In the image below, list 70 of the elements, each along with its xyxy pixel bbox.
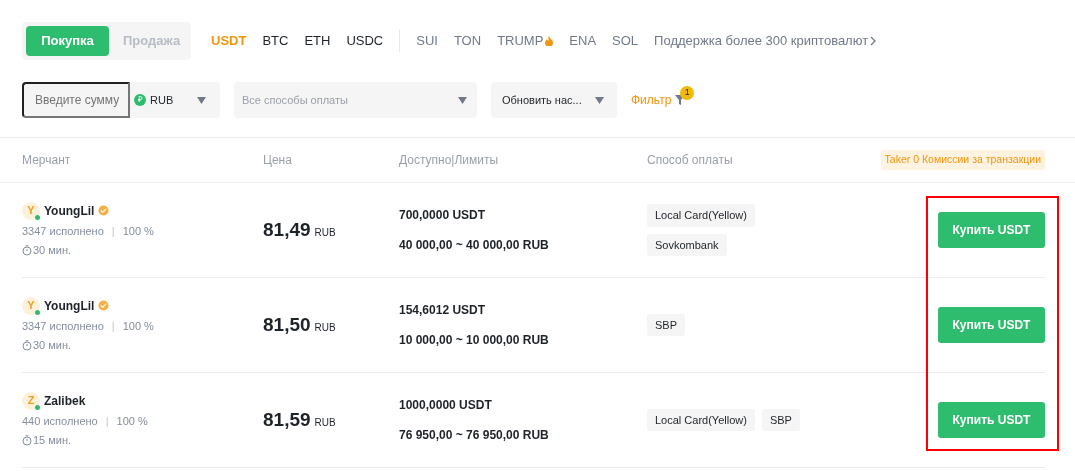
merchant-name[interactable]: YoungLil <box>44 296 95 315</box>
caret-icon <box>458 96 467 104</box>
coin-tab[interactable]: ETH <box>304 31 331 51</box>
coin-tab[interactable]: USDC <box>346 31 384 51</box>
merchant-name[interactable]: YoungLil <box>44 201 95 220</box>
order-limits: 40 000,00 ~ 40 000,00 RUB <box>399 237 550 254</box>
column-header: Цена <box>263 153 292 167</box>
buy-button[interactable]: Купить USDT <box>938 307 1045 343</box>
coin-tab[interactable]: TRUMP <box>497 31 554 51</box>
divider: | <box>111 223 115 239</box>
payment-select[interactable]: Все способы оплаты <box>234 82 477 118</box>
coin-tab[interactable]: BTC <box>262 31 289 51</box>
caret-icon <box>595 96 604 104</box>
amount-field[interactable]: Введите сумму <box>22 82 130 118</box>
orders-count: 3347 исполнено <box>22 223 104 239</box>
price: 81,50 <box>263 312 311 337</box>
payment-method-tag: SBP <box>761 408 800 432</box>
verified-badge-icon <box>98 300 110 311</box>
stopwatch-icon <box>22 434 32 446</box>
price-currency: RUB <box>314 320 336 335</box>
price: 81,59 <box>263 407 311 432</box>
column-header: Доступно|Лимиты <box>399 153 499 167</box>
completion-rate: 100 % <box>122 223 154 239</box>
avatar: Y <box>22 296 40 315</box>
more-coins-link[interactable]: Поддержка более 300 криптовалют <box>654 31 877 51</box>
coin-tab[interactable]: TON <box>453 31 482 51</box>
available-amount: 700,0000 USDT <box>399 207 487 224</box>
stopwatch-icon <box>22 244 32 256</box>
payment-time: 30 мин. <box>33 338 72 353</box>
trade-tab[interactable]: Покупка <box>26 26 109 56</box>
caret-icon <box>197 96 206 104</box>
ruble-coin-icon: ₽ <box>134 94 146 106</box>
coin-tab[interactable]: SUI <box>416 31 438 51</box>
count-badge: 1 <box>680 86 695 100</box>
coin-tab[interactable]: SOL <box>612 31 639 51</box>
coin-tab[interactable]: USDT <box>211 31 247 51</box>
buy-button[interactable]: Купить USDT <box>938 402 1045 438</box>
column-header: Мерчант <box>22 153 71 167</box>
merchant-name[interactable]: Zalibek <box>44 391 86 410</box>
buy-button[interactable]: Купить USDT <box>938 212 1045 248</box>
payment-method-tag: Sovkombank <box>647 233 727 256</box>
payment-time: 30 мин. <box>33 243 72 258</box>
payment-method-tag: Local Card(Yellow) <box>647 204 755 227</box>
avatar: Z <box>22 391 40 410</box>
coin-tab[interactable]: ENA <box>569 31 597 51</box>
payment-time: 15 мин. <box>33 433 72 448</box>
available-amount: 1000,0000 USDT <box>399 397 493 414</box>
divider: | <box>111 318 115 334</box>
price-currency: RUB <box>314 225 336 240</box>
price: 81,49 <box>263 217 311 242</box>
refresh-select[interactable]: Обновить нас... <box>491 82 617 118</box>
completion-rate: 100 % <box>122 318 154 334</box>
currency-select[interactable]: ₽ RUB <box>130 82 220 118</box>
order-limits: 10 000,00 ~ 10 000,00 RUB <box>399 332 550 349</box>
verified-badge-icon <box>98 205 110 216</box>
column-header: Способ оплаты <box>647 153 733 167</box>
price-currency: RUB <box>314 415 336 430</box>
payment-method-tag: Local Card(Yellow) <box>647 408 755 432</box>
avatar: Y <box>22 201 40 220</box>
order-limits: 76 950,00 ~ 76 950,00 RUB <box>399 427 550 444</box>
stopwatch-icon <box>22 339 32 351</box>
payment-method-tag: SBP <box>647 313 685 337</box>
completion-rate: 100 % <box>116 413 148 429</box>
fee-note: Taker 0 Комиссии за транзакции <box>880 150 1045 170</box>
available-amount: 154,6012 USDT <box>399 302 487 319</box>
filter-link[interactable]: Фильтр <box>631 91 672 109</box>
chevron-right-icon <box>870 36 877 46</box>
divider: | <box>105 413 109 429</box>
orders-count: 3347 исполнено <box>22 318 104 334</box>
orders-count: 440 исполнено <box>22 413 98 429</box>
